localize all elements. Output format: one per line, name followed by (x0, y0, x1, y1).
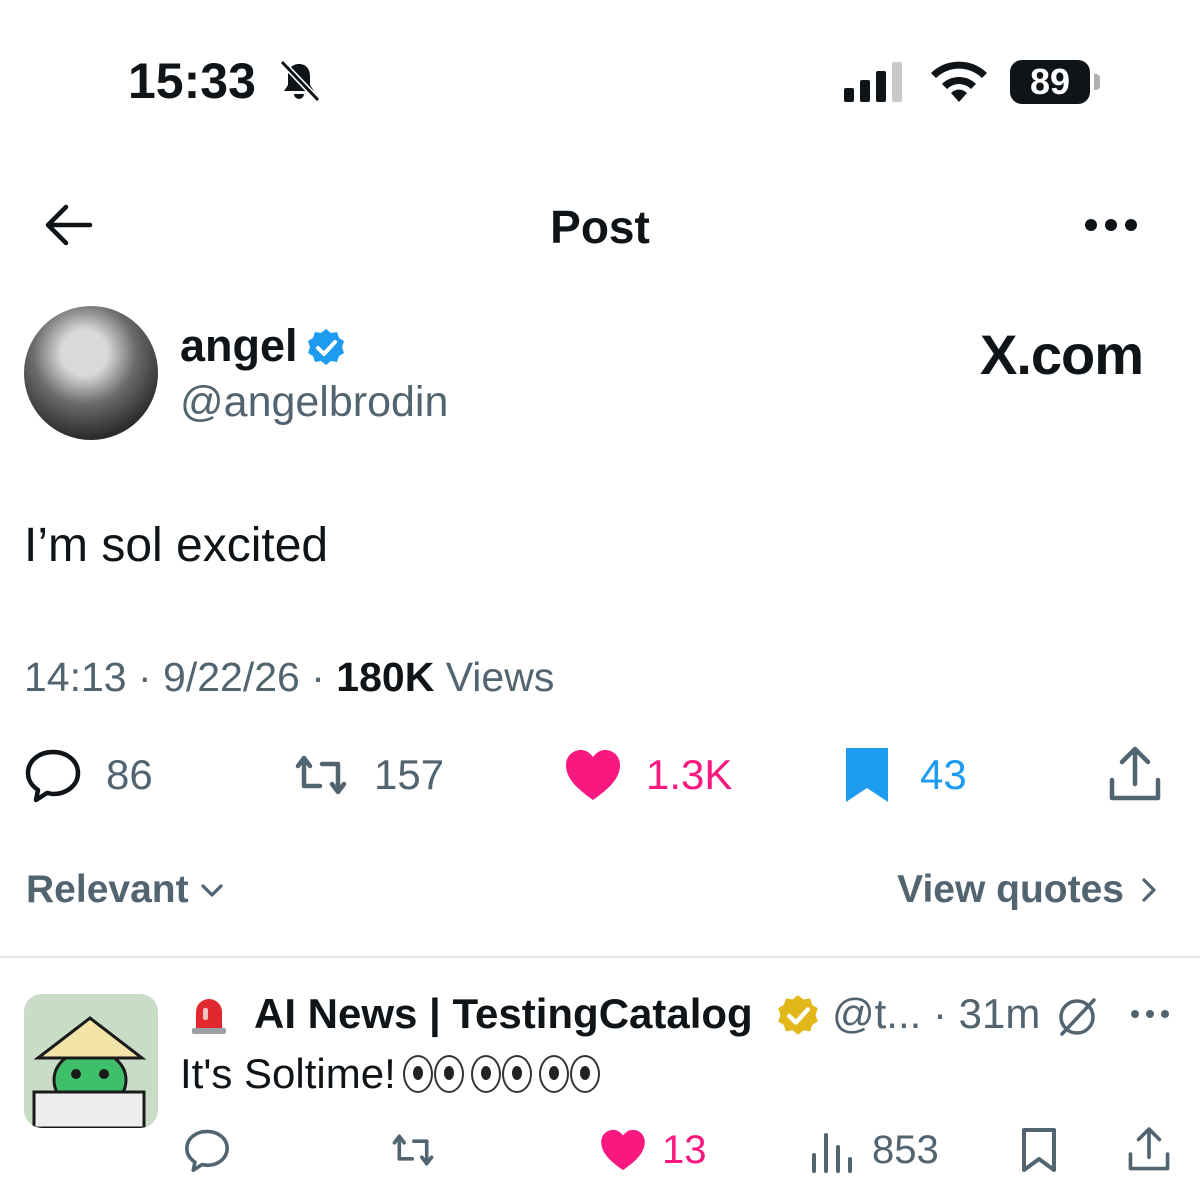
share-icon (1128, 1127, 1170, 1171)
reply-text-content: It's Soltime! (180, 1050, 396, 1097)
chevron-right-icon (1142, 878, 1156, 902)
reply-reply-button[interactable] (182, 1122, 232, 1178)
reply-views-button[interactable]: 853 (808, 1122, 939, 1178)
views-count: 180K (336, 654, 435, 700)
reply-count: 86 (106, 751, 153, 798)
repost-count: 157 (374, 751, 445, 798)
repost-icon (295, 755, 347, 795)
view-quotes-label: View quotes (897, 868, 1124, 911)
reply-button[interactable]: 86 (22, 740, 153, 810)
eyes-emoji (538, 1055, 600, 1093)
status-time: 15:33 (128, 53, 256, 109)
reply-author-name[interactable]: AI News | TestingCatalog (254, 990, 753, 1038)
reply-bookmark-button[interactable] (1014, 1122, 1064, 1178)
reply-repost-button[interactable] (388, 1122, 438, 1178)
reply-like-count: 13 (662, 1127, 707, 1172)
reply-views-count: 853 (872, 1127, 939, 1172)
gold-verified-icon (778, 995, 818, 1035)
siren-icon (192, 999, 226, 1034)
reply-icon (185, 1129, 229, 1172)
reply-avatar[interactable] (24, 994, 158, 1128)
share-icon (1109, 746, 1161, 801)
post-date: 9/22/26 (163, 654, 300, 700)
reply-like-button[interactable]: 13 (598, 1122, 707, 1178)
grok-icon[interactable] (1054, 994, 1100, 1040)
wifi-icon (931, 61, 987, 102)
bookmark-icon (1022, 1128, 1056, 1172)
brand-watermark: X.com (980, 323, 1144, 386)
reply-text: It's Soltime! (180, 1050, 600, 1098)
repost-button[interactable]: 157 (290, 740, 444, 810)
sort-label: Relevant (26, 868, 189, 911)
like-button[interactable]: 1.3K (562, 740, 732, 810)
bookmark-button[interactable]: 43 (836, 740, 967, 810)
author-name[interactable]: angel (180, 320, 298, 372)
reply-share-button[interactable] (1124, 1122, 1174, 1178)
reply-handle-time: @t... · 31m (832, 990, 1041, 1037)
divider (0, 956, 1200, 958)
page-title: Post (550, 201, 650, 253)
like-count: 1.3K (646, 751, 733, 798)
like-icon (601, 1129, 645, 1171)
reply-icon (25, 749, 81, 803)
views-icon (812, 1133, 852, 1173)
bookmark-count: 43 (920, 751, 967, 798)
post-meta: 14:13 · 9/22/26 · 180K Views (24, 654, 555, 700)
post-text: I’m sol excited (24, 519, 329, 572)
like-icon (566, 750, 620, 800)
share-button[interactable] (1104, 740, 1166, 810)
views-label: Views (445, 654, 555, 700)
battery-icon: 89 (1010, 60, 1102, 104)
sort-dropdown[interactable]: Relevant (26, 868, 227, 912)
eyes-emoji (470, 1055, 532, 1093)
bookmark-icon (846, 748, 888, 802)
reply-more-icon[interactable] (1128, 1004, 1172, 1024)
bell-off-icon (279, 59, 321, 103)
signal-icon (844, 62, 902, 102)
more-icon[interactable] (1082, 212, 1140, 238)
eyes-emoji (402, 1055, 464, 1093)
battery-level: 89 (1010, 60, 1090, 104)
post-time: 14:13 (24, 654, 127, 700)
author-handle[interactable]: @angelbrodin (180, 378, 448, 427)
repost-icon (392, 1134, 434, 1166)
avatar[interactable] (24, 306, 158, 440)
verified-badge-icon (308, 329, 344, 365)
view-quotes-link[interactable]: View quotes (897, 868, 1164, 912)
chevron-down-icon (200, 884, 223, 897)
